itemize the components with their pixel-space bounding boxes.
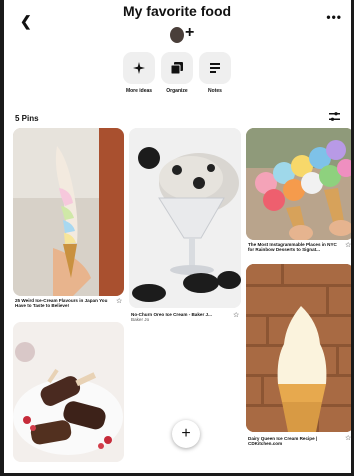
board-actions: More ideas Organize Notes bbox=[0, 52, 354, 94]
filter-icon[interactable] bbox=[329, 112, 340, 124]
save-star-icon[interactable]: ☆ bbox=[233, 311, 239, 319]
save-star-icon[interactable]: ☆ bbox=[116, 297, 122, 305]
avatar[interactable] bbox=[170, 27, 184, 43]
more-options-icon[interactable]: ••• bbox=[326, 10, 342, 24]
notes-label: Notes bbox=[208, 88, 222, 94]
pin-title[interactable]: The Most Instagrammable Places in NYC fo… bbox=[248, 242, 341, 253]
frame-edge-left bbox=[0, 0, 4, 476]
add-collaborator-icon[interactable]: + bbox=[185, 24, 194, 42]
notes-button[interactable]: Notes bbox=[199, 52, 231, 94]
more-ideas-button[interactable]: More ideas bbox=[123, 52, 155, 94]
add-pin-button[interactable]: + bbox=[172, 420, 200, 448]
pin-title-text: No-Churn Oreo Ice Cream - Baker J... bbox=[131, 312, 212, 317]
more-ideas-label: More ideas bbox=[125, 88, 153, 94]
pins-count: 5 Pins bbox=[15, 114, 39, 123]
pin-image[interactable] bbox=[129, 128, 241, 308]
organize-label: Organize bbox=[166, 88, 188, 94]
pin-image[interactable] bbox=[13, 128, 124, 296]
sparkle-icon bbox=[123, 52, 155, 84]
organize-icon bbox=[161, 52, 193, 84]
notes-icon bbox=[199, 52, 231, 84]
board-page: ❮ My favorite food ••• + More ideas Orga… bbox=[0, 0, 354, 476]
pin-image[interactable] bbox=[246, 264, 354, 432]
pin-image[interactable] bbox=[13, 322, 124, 462]
pin-title[interactable]: 25 Weird Ice-Cream Flavours in Japan You… bbox=[15, 298, 110, 309]
pin-source: Baker Jo bbox=[131, 317, 150, 323]
board-title: My favorite food bbox=[122, 3, 232, 19]
pin-title[interactable]: No-Churn Oreo Ice Cream - Baker J... Bak… bbox=[131, 312, 229, 323]
pin-title[interactable]: Dairy Queen Ice Cream Recipe | CDKitchen… bbox=[248, 436, 340, 447]
pin-image[interactable] bbox=[246, 128, 354, 240]
organize-button[interactable]: Organize bbox=[161, 52, 193, 94]
